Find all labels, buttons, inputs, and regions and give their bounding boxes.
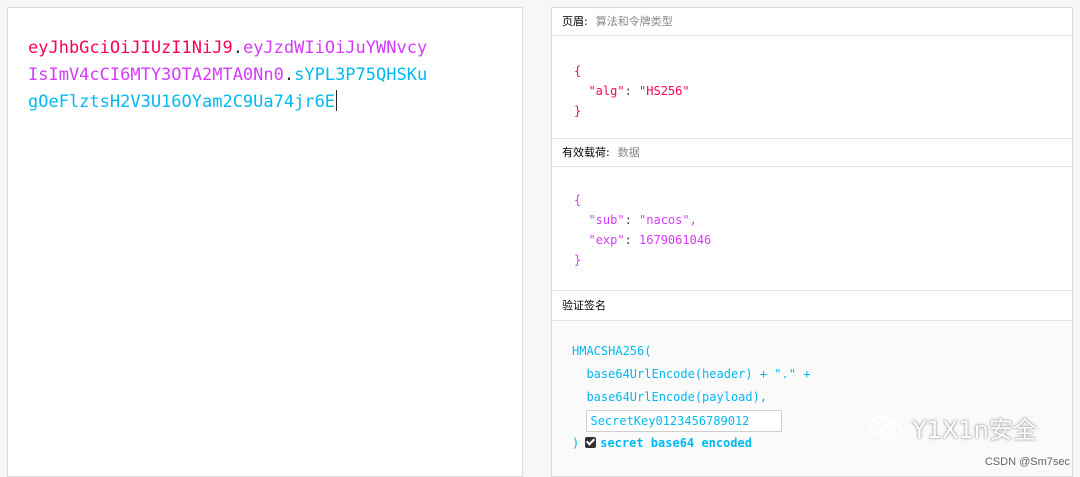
hmac-header-line: base64UrlEncode(header) + "." + xyxy=(572,367,811,381)
token-line-3: gOeFlztsH2V3U16OYam2C9Ua74jr6E xyxy=(28,89,508,116)
token-payload-part: IsImV4cCI6MTY3OTA2MTA0Nn0 xyxy=(28,65,284,85)
hmac-function-line: HMACSHA256( xyxy=(572,344,652,358)
json-close-brace: } xyxy=(574,253,582,267)
decoded-panel: 页眉: 算法和令牌类型 { "alg": "HS256" } 有效载荷: 数据 { … xyxy=(551,7,1073,477)
json-key-sub: "sub" xyxy=(588,213,625,227)
token-payload-part: eyJzdWIiOiJuYWNvcy xyxy=(242,38,428,58)
signature-section: HMACSHA256( base64UrlEncode(header) + ".… xyxy=(552,321,1072,476)
json-key-alg: "alg" xyxy=(588,84,625,98)
json-close-brace: } xyxy=(574,104,582,118)
token-separator: . xyxy=(283,65,295,85)
json-colon: : xyxy=(624,213,640,227)
header-title: 页眉: xyxy=(562,15,588,28)
base64-checkbox-label[interactable]: secret base64 encoded xyxy=(600,436,752,450)
json-value-exp: 1679061046 xyxy=(639,233,712,247)
json-open-brace: { xyxy=(574,193,582,207)
encoded-token-text[interactable]: eyJhbGciOiJIUzI1NiJ9.eyJzdWIiOiJuYWNvcy … xyxy=(28,35,508,116)
json-key-exp: "exp" xyxy=(588,233,625,247)
json-open-brace: { xyxy=(574,64,582,78)
json-value-sub: "nacos", xyxy=(639,213,697,227)
json-value-alg: "HS256" xyxy=(639,84,690,98)
payload-subtitle: 数据 xyxy=(617,146,640,159)
signature-title: 验证签名 xyxy=(562,299,606,312)
payload-section-title: 有效载荷: 数据 xyxy=(552,139,1072,167)
credit-text: CSDN @Sm7sec xyxy=(984,456,1070,468)
json-colon: : xyxy=(624,84,640,98)
secret-key-input[interactable]: SecretKey0123456789012 xyxy=(586,409,783,432)
token-line-1: eyJhbGciOiJIUzI1NiJ9.eyJzdWIiOiJuYWNvcy xyxy=(28,35,508,62)
header-subtitle: 算法和令牌类型 xyxy=(595,15,673,28)
token-signature-part: sYPL3P75QHSKu xyxy=(294,65,428,85)
token-signature-part: gOeFlztsH2V3U16OYam2C9Ua74jr6E xyxy=(28,92,336,112)
header-section-title: 页眉: 算法和令牌类型 xyxy=(552,8,1072,36)
encoded-token-panel[interactable]: eyJhbGciOiJIUzI1NiJ9.eyJzdWIiOiJuYWNvcy … xyxy=(7,7,523,477)
wechat-icon xyxy=(869,415,902,439)
base64-checkbox[interactable] xyxy=(585,437,597,448)
hmac-payload-line: base64UrlEncode(payload), xyxy=(572,390,768,404)
hmac-close-paren: ) xyxy=(572,436,580,450)
watermark-text: Y1X1n安全 xyxy=(912,416,1037,444)
header-json-editor[interactable]: { "alg": "HS256" } xyxy=(552,36,1072,139)
json-colon: : xyxy=(624,233,640,247)
token-line-2: IsImV4cCI6MTY3OTA2MTA0Nn0.sYPL3P75QHSKu xyxy=(28,62,508,89)
payload-json-editor[interactable]: { "sub": "nacos", "exp": 1679061046 } xyxy=(552,167,1072,291)
watermark: Y1X1n安全 xyxy=(868,410,1037,445)
signature-section-title: 验证签名 xyxy=(552,291,1072,321)
token-header-part: eyJhbGciOiJIUzI1NiJ9 xyxy=(28,38,233,58)
token-separator: . xyxy=(232,38,243,58)
text-caret xyxy=(336,90,338,111)
payload-title: 有效载荷: xyxy=(562,146,610,159)
